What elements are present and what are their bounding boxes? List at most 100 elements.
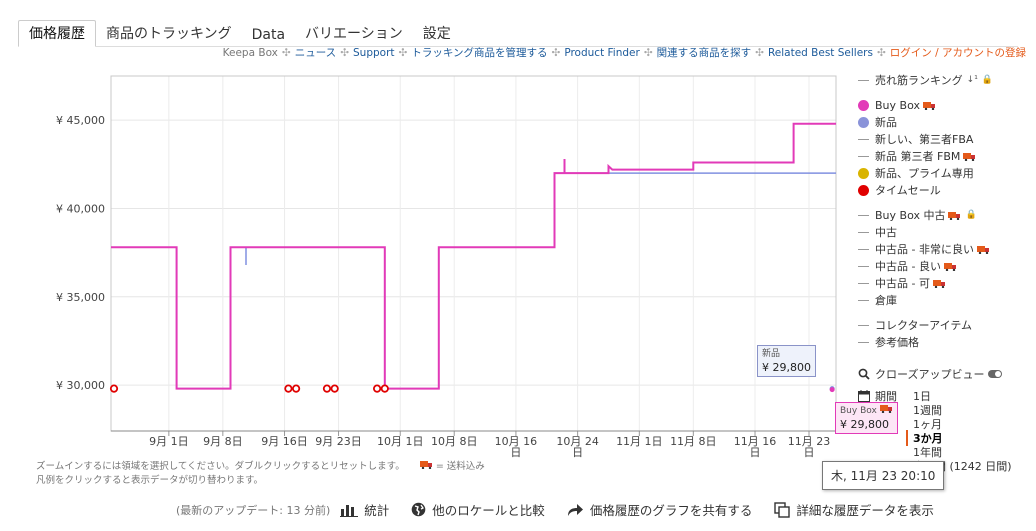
toggle-switch-icon[interactable]	[988, 370, 1003, 378]
search-icon	[858, 368, 870, 380]
tooltip-buybox-label-text: Buy Box	[840, 406, 877, 416]
truck-icon	[879, 405, 893, 413]
link-product-finder[interactable]: Product Finder	[564, 47, 640, 59]
range-label: 期間	[858, 388, 897, 404]
globe-icon	[411, 502, 426, 517]
y-tick-label: ¥ 40,000	[56, 202, 105, 215]
x-tick-label: 10月 16 日	[495, 435, 538, 459]
legend-label: タイムセール	[875, 184, 941, 197]
link-support[interactable]: Support	[353, 47, 395, 59]
tooltip-new-value: ¥ 29,800	[762, 361, 811, 374]
legend-lightning-deal[interactable]: タイムセール	[858, 182, 1028, 199]
legend-new[interactable]: 新品	[858, 114, 1028, 131]
footnote-line-1: ズームインするには領域を選択してください。ダブルクリックするとリセットします。 …	[36, 460, 485, 474]
bar-chart-icon	[340, 504, 359, 517]
legend-label: 新品、プライム専用	[875, 167, 974, 180]
tab-settings[interactable]: 設定	[413, 21, 461, 46]
lock-icon: 🔒	[965, 210, 977, 220]
bottom-action-bar: (最新のアップデート: 13 分前) 統計 他のロケールと比較 価格履歴のグラフ…	[176, 500, 956, 519]
lightning-deal-marker	[372, 384, 382, 393]
legend-label: 中古	[875, 226, 897, 239]
footnote-zoom-text: ズームインするには領域を選択してください。ダブルクリックするとリセットします。	[36, 461, 405, 472]
x-tick-label: 10月 1日	[377, 435, 424, 448]
price-history-chart[interactable]: ¥ 45,000 ¥ 40,000 ¥ 35,000 ¥ 30,000 9月 1日 9月 …	[0, 60, 860, 465]
legend-list-price[interactable]: 参考価格	[858, 334, 1028, 351]
x-tick-label: 10月 8日	[431, 435, 478, 448]
link-login[interactable]: ログイン / アカウントの登録	[890, 47, 1026, 59]
calendar-icon	[858, 390, 870, 402]
close-up-view-toggle[interactable]: クローズアップビュー	[858, 366, 1003, 382]
tab-variations[interactable]: バリエーション	[295, 21, 413, 46]
share-arrow-icon	[567, 503, 583, 516]
tab-tracking[interactable]: 商品のトラッキング	[96, 21, 242, 46]
separator-icon: ✣	[281, 47, 291, 59]
legend-used-good[interactable]: 中古品 - 良い	[858, 258, 1028, 275]
legend-warehouse[interactable]: 倉庫	[858, 292, 1028, 309]
compare-locales-button[interactable]: 他のロケールと比較	[411, 500, 545, 519]
x-tick-label: 9月 8日	[203, 435, 243, 448]
x-tick-label: 9月 1日	[149, 435, 189, 448]
x-tick-label: 11月 16 日	[734, 435, 777, 459]
dash-icon	[858, 232, 869, 233]
dot-icon	[858, 100, 869, 111]
tab-price-history[interactable]: 価格履歴	[18, 20, 96, 47]
legend-label: 参考価格	[875, 336, 919, 349]
link-manage-tracking[interactable]: トラッキング商品を管理する	[411, 47, 547, 59]
link-keepa-box[interactable]: Keepa Box	[223, 47, 278, 59]
legend-used-like-new[interactable]: 中古品 - 非常に良い	[858, 241, 1028, 258]
y-tick-label: ¥ 35,000	[56, 291, 105, 304]
dot-icon	[858, 117, 869, 128]
legend-new-3p-fbm[interactable]: 新品 第三者 FBM	[858, 148, 1028, 165]
separator-icon: ✣	[398, 47, 408, 59]
legend-label: Buy Box	[875, 99, 920, 112]
x-tick-label: 10月 24 日	[556, 435, 599, 459]
tooltip-buybox-label: Buy Box	[840, 405, 893, 418]
tab-data[interactable]: Data	[242, 25, 295, 46]
separator-icon: ✣	[755, 47, 764, 59]
link-related-search[interactable]: 関連する商品を探す	[657, 47, 752, 59]
series-line-buy-box	[111, 122, 836, 390]
x-tick-label: 9月 16日	[261, 435, 308, 448]
legend-label: 新品 第三者 FBM	[875, 150, 961, 163]
legend-collectible[interactable]: コレクターアイテム	[858, 317, 1028, 334]
tooltip-new-label: 新品	[762, 349, 781, 359]
y-tick-label: ¥ 30,000	[56, 379, 105, 392]
x-tick-label: 11月 1日	[616, 435, 663, 448]
share-graph-button[interactable]: 価格履歴のグラフを共有する	[567, 500, 752, 519]
truck-icon	[976, 245, 990, 254]
legend-label: 中古品 - 非常に良い	[875, 243, 974, 256]
legend-label: 中古品 - 可	[875, 277, 930, 290]
x-tick-label: 9月 23日	[315, 435, 362, 448]
truck-icon	[922, 101, 936, 110]
legend-new-3p-fba[interactable]: 新しい、第三者FBA	[858, 131, 1028, 148]
legend-buybox-used[interactable]: Buy Box 中古 🔒	[858, 207, 1028, 224]
legend-new-prime[interactable]: 新品、プライム専用	[858, 165, 1028, 182]
lightning-deal-marker	[292, 384, 301, 393]
statistics-button[interactable]: 統計	[340, 500, 389, 519]
dot-icon	[858, 185, 869, 196]
truck-icon	[932, 279, 946, 288]
legend-label: コレクターアイテム	[875, 319, 973, 332]
link-related-best-sellers[interactable]: Related Best Sellers	[768, 47, 873, 59]
tooltip-date: 木, 11月 23 20:10	[822, 461, 945, 490]
separator-icon: ✣	[340, 47, 349, 59]
tooltip-buybox-price: Buy Box ¥ 29,800	[835, 402, 898, 434]
dash-icon	[858, 266, 869, 267]
tooltip-buybox-value: ¥ 29,800	[840, 418, 889, 431]
link-news[interactable]: ニュース	[295, 47, 336, 59]
copy-window-icon	[774, 501, 791, 518]
footnote-line-2: 凡例をクリックすると表示データが切り替わります。	[36, 475, 264, 486]
range-label-text: 期間	[875, 390, 897, 403]
last-update-text: (最新のアップデート: 13 分前)	[176, 503, 331, 517]
chart-footnote: ズームインするには領域を選択してください。ダブルクリックするとリセットします。 …	[36, 460, 485, 488]
plot-frame	[110, 75, 837, 432]
legend-sales-rank[interactable]: 売れ筋ランキング ↓¹ 🔒	[858, 72, 1028, 89]
x-tick-label: 11月 8日	[670, 435, 717, 448]
dash-icon	[858, 80, 869, 81]
legend-used-acceptable[interactable]: 中古品 - 可	[858, 275, 1028, 292]
compare-locales-label: 他のロケールと比較	[432, 503, 545, 518]
legend-buy-box[interactable]: Buy Box	[858, 97, 1028, 114]
truck-icon	[419, 461, 433, 469]
detailed-history-button[interactable]: 詳細な履歴データを表示	[774, 500, 934, 519]
legend-used[interactable]: 中古	[858, 224, 1028, 241]
